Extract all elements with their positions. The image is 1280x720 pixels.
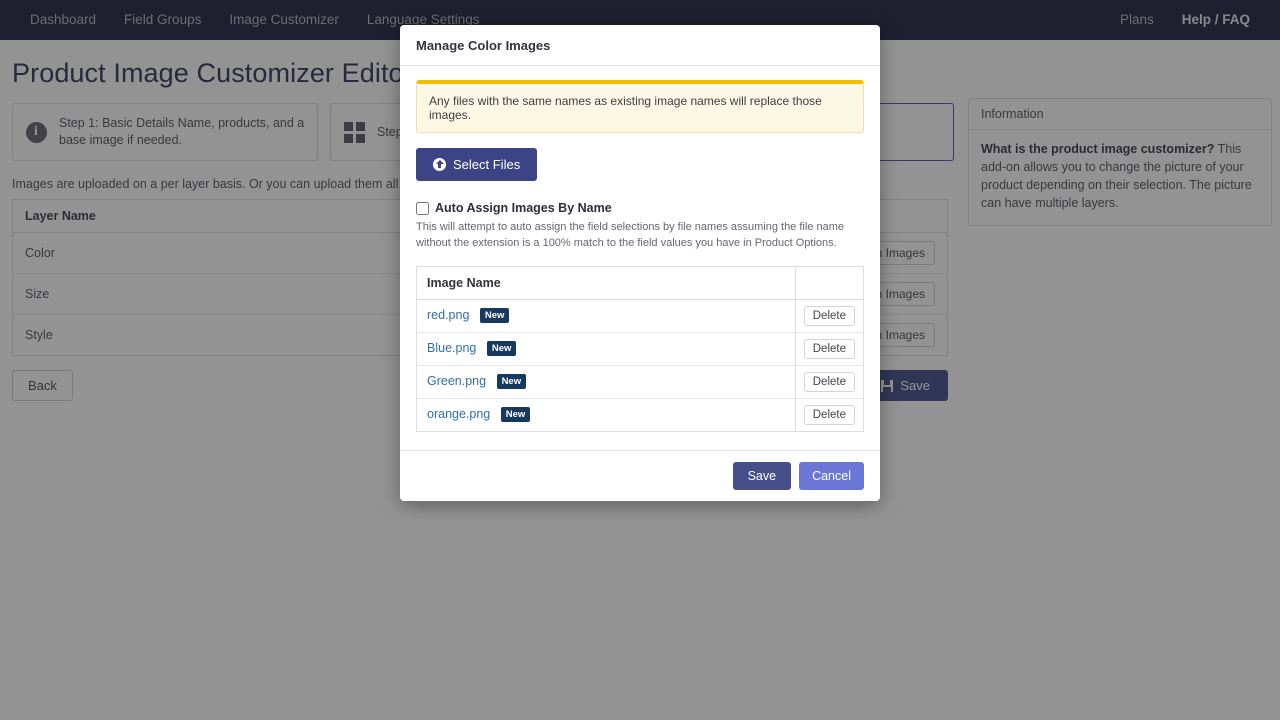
modal-cancel-button[interactable]: Cancel [799,462,864,490]
auto-assign-label: Auto Assign Images By Name [435,201,612,215]
delete-button-blue[interactable]: Delete [804,339,855,359]
image-table-header-row: Image Name [417,266,864,299]
image-file-link-green[interactable]: Green.png [427,374,486,388]
manage-color-images-modal: Manage Color Images Any files with the s… [400,25,880,501]
image-table-col-actions [795,266,863,299]
modal-save-button[interactable]: Save [733,462,792,490]
status-badge: New [487,341,517,356]
select-files-label: Select Files [453,157,520,172]
replace-warning-alert: Any files with the same names as existin… [416,80,864,133]
status-badge: New [497,374,527,389]
delete-button-red[interactable]: Delete [804,306,855,326]
delete-button-orange[interactable]: Delete [804,405,855,425]
auto-assign-description: This will attempt to auto assign the fie… [416,220,864,252]
table-row: orange.png New Delete [417,398,864,431]
select-files-button[interactable]: Select Files [416,148,537,181]
table-row: Green.png New Delete [417,365,864,398]
modal-body: Any files with the same names as existin… [400,66,880,450]
status-badge: New [480,308,510,323]
image-name-table: Image Name red.png New Delete Blue.p [416,266,864,432]
status-badge: New [501,407,531,422]
image-file-link-red[interactable]: red.png [427,308,469,322]
auto-assign-row: Auto Assign Images By Name [416,201,864,215]
modal-title: Manage Color Images [400,25,880,66]
modal-footer: Save Cancel [400,450,880,501]
upload-icon [433,158,446,171]
image-file-link-blue[interactable]: Blue.png [427,341,476,355]
table-row: red.png New Delete [417,299,864,332]
table-row: Blue.png New Delete [417,332,864,365]
image-table-col-name: Image Name [417,266,796,299]
auto-assign-checkbox[interactable] [416,202,429,215]
delete-button-green[interactable]: Delete [804,372,855,392]
image-file-link-orange[interactable]: orange.png [427,407,490,421]
